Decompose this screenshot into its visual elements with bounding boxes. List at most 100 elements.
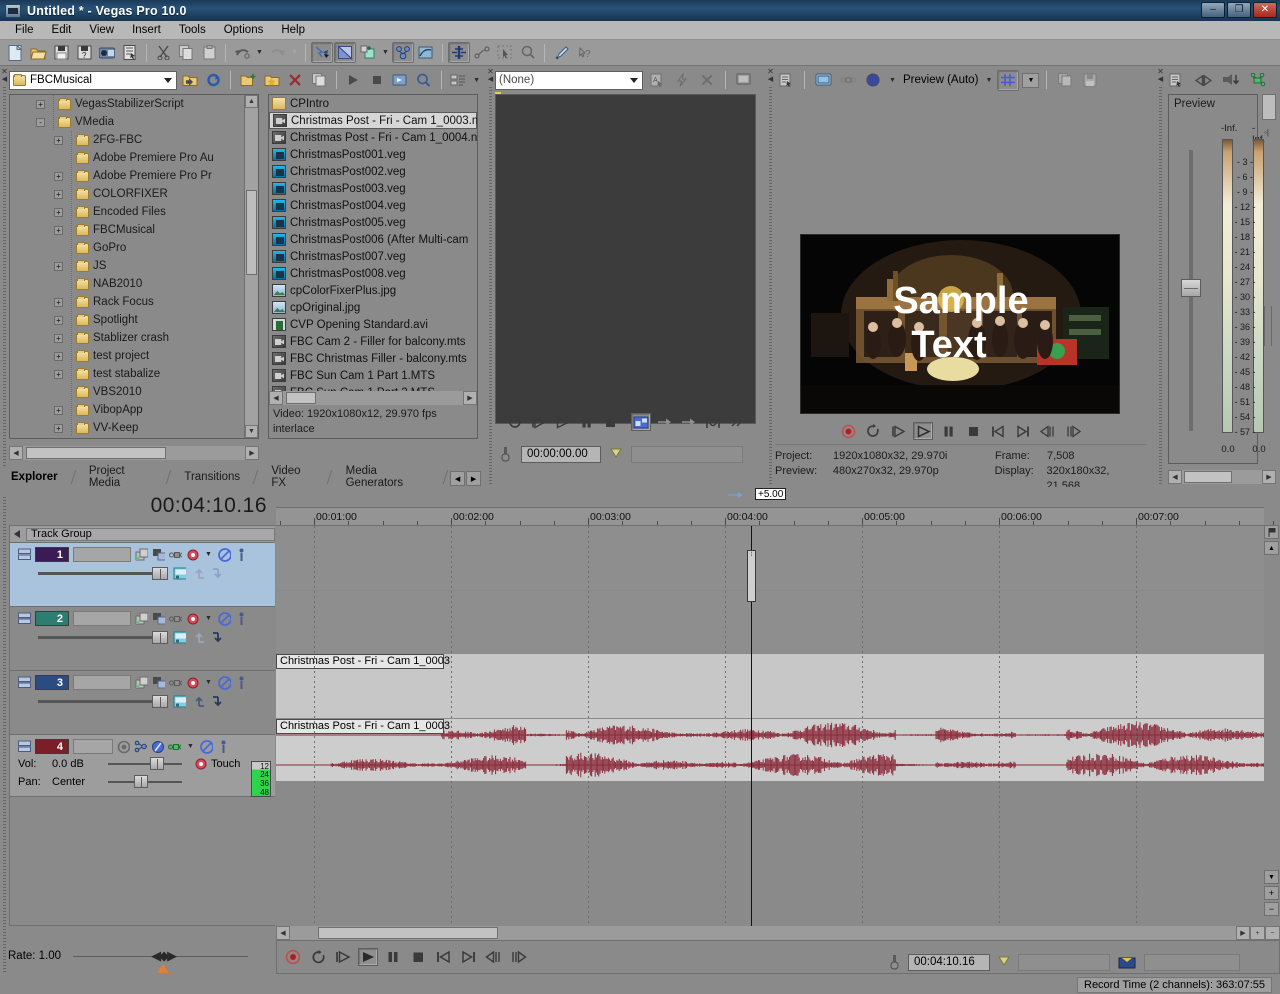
tab-prev-button[interactable]: ◀ <box>450 471 465 486</box>
loop-icon[interactable] <box>505 413 525 431</box>
expand-icon[interactable]: + <box>54 226 63 235</box>
scrollbar-thumb[interactable] <box>246 190 257 275</box>
scroll-track[interactable] <box>23 446 245 460</box>
expand-icon[interactable]: + <box>54 334 63 343</box>
rate-slider[interactable]: ◀◆▶ <box>73 956 248 957</box>
automation-dropdown-icon[interactable]: ▼ <box>203 608 214 629</box>
start-preview-icon[interactable] <box>343 70 365 91</box>
track-motion-icon[interactable] <box>152 612 165 625</box>
file-list-item[interactable]: ChristmasPost001.veg <box>269 146 477 163</box>
track-1-media-icon[interactable] <box>173 567 186 580</box>
track-2-down-icon[interactable] <box>211 631 224 644</box>
track-solo-icon[interactable] <box>235 612 248 625</box>
loop-icon[interactable] <box>863 422 883 440</box>
copy-icon[interactable] <box>175 42 197 63</box>
project-properties-icon[interactable]: ? <box>73 42 95 63</box>
zoom-in-icon[interactable]: + <box>1250 926 1265 940</box>
rate-handle[interactable]: ◀◆▶ <box>151 948 175 964</box>
timeline-timecode-display[interactable]: 00:04:10.16 <box>9 487 275 525</box>
insert-track-icon[interactable] <box>357 42 379 63</box>
minimize-track-icon[interactable] <box>18 676 31 689</box>
preview-quality-label[interactable]: Preview (Auto) <box>901 74 980 86</box>
cut-icon[interactable] <box>152 42 174 63</box>
tab-next-button[interactable]: ▶ <box>466 471 481 486</box>
track-3-name-field[interactable] <box>73 675 131 690</box>
tree-item-2[interactable]: +2FG-FBC <box>10 131 244 149</box>
arm-record-icon[interactable] <box>117 740 130 753</box>
automation-dropdown-icon[interactable]: ▼ <box>203 672 214 693</box>
tree-item-14[interactable]: +test project <box>10 347 244 365</box>
go-to-start-icon[interactable] <box>988 422 1008 440</box>
tree-item-15[interactable]: +test stabalize <box>10 365 244 383</box>
file-list-item[interactable]: ChristmasPost005.veg <box>269 214 477 231</box>
automation-mode-icon[interactable] <box>194 758 207 771</box>
trimmer-panel-grip[interactable]: ✕ ◀ <box>486 66 495 486</box>
track-3-up-icon[interactable] <box>193 695 206 708</box>
tree-item-10[interactable]: NAB2010 <box>10 275 244 293</box>
track-2-media-icon[interactable] <box>173 631 186 644</box>
pause-icon[interactable] <box>383 948 403 966</box>
views-icon[interactable] <box>448 70 470 91</box>
play-icon[interactable] <box>358 948 378 966</box>
automation-dropdown-icon[interactable]: ▼ <box>203 544 214 565</box>
tree-item-16[interactable]: VBS2010 <box>10 383 244 401</box>
track-solo-icon[interactable] <box>217 740 230 753</box>
scroll-track[interactable] <box>290 926 1236 940</box>
video-properties-icon[interactable] <box>775 70 797 91</box>
paste-icon[interactable] <box>198 42 220 63</box>
add-to-cursor-icon[interactable] <box>679 413 699 431</box>
minimize-track-icon[interactable] <box>18 548 31 561</box>
file-list-item[interactable]: cpColorFixerPlus.jpg <box>269 282 477 299</box>
track-solo-icon[interactable] <box>235 676 248 689</box>
scrollbar-thumb[interactable] <box>318 927 498 939</box>
timeline-hscroll[interactable]: ◀ ▶ + − <box>276 926 1280 940</box>
timeline-ruler-zone[interactable]: +5.00 00:01:0000:02:0000:03:0000:04:0000… <box>276 487 1264 525</box>
expand-icon[interactable]: + <box>54 190 63 199</box>
timeline-cursor-timecode[interactable]: 00:04:10.16 <box>908 954 990 971</box>
properties-icon[interactable] <box>119 42 141 63</box>
scroll-left-icon[interactable]: ◀ <box>269 391 283 405</box>
record-icon[interactable] <box>283 948 303 966</box>
track-1-level-slider[interactable] <box>38 572 160 575</box>
scroll-right-icon[interactable]: ▶ <box>1236 926 1250 940</box>
collapse-icon[interactable]: - <box>36 118 45 127</box>
drag-dots[interactable] <box>489 87 492 486</box>
menu-tools[interactable]: Tools <box>170 22 215 38</box>
expand-icon[interactable]: + <box>54 370 63 379</box>
chevron-right-icon[interactable] <box>14 530 20 538</box>
scroll-down-icon[interactable]: ▼ <box>245 425 258 438</box>
fader-knob[interactable] <box>1181 279 1201 297</box>
stop-icon[interactable] <box>963 422 983 440</box>
track-1-name-field[interactable] <box>73 547 131 562</box>
tree-item-7[interactable]: +FBCMusical <box>10 221 244 239</box>
undo-dropdown-icon[interactable]: ▼ <box>254 42 265 63</box>
track-automation-icon[interactable] <box>186 612 199 625</box>
track-compositing-icon[interactable] <box>169 548 182 561</box>
new-folder-icon[interactable] <box>237 70 259 91</box>
scroll-left-icon[interactable]: ◀ <box>1168 470 1182 484</box>
file-list-item[interactable]: FBC Sun Cam 1 Part 1.MTS <box>269 367 477 384</box>
master-volume-fader[interactable] <box>1189 150 1193 431</box>
play-from-start-icon[interactable] <box>529 413 549 431</box>
close-icon[interactable]: ✕ <box>1157 68 1164 76</box>
preview-quality-dropdown-icon[interactable]: ▼ <box>983 70 994 91</box>
track-automation-icon[interactable] <box>186 548 199 561</box>
scroll-track[interactable] <box>283 391 463 405</box>
explorer-file-list[interactable]: CPIntroChristmas Post - Fri - Cam 1_0003… <box>268 94 478 439</box>
play-from-start-icon[interactable] <box>333 948 353 966</box>
zoom-out-icon[interactable]: − <box>1264 902 1279 916</box>
drag-dots[interactable] <box>769 87 772 486</box>
track-automation-icon[interactable] <box>186 676 199 689</box>
track-2-level-slider[interactable] <box>38 636 160 639</box>
explorer-tree-scrollbar[interactable]: ▲ ▼ <box>244 95 258 438</box>
menu-help[interactable]: Help <box>272 22 314 38</box>
track-4-name-field[interactable] <box>73 739 113 754</box>
save-snapshot-icon[interactable] <box>1079 70 1101 91</box>
close-icon[interactable]: ✕ <box>1 68 8 76</box>
automation-settings-icon[interactable] <box>392 42 414 63</box>
scrollbar-thumb[interactable] <box>26 447 166 459</box>
file-list-item[interactable]: ChristmasPost006 (After Multi-cam <box>269 231 477 248</box>
preview-stage[interactable]: Sample Text <box>775 94 1146 464</box>
file-list-item[interactable]: Christmas Post - Fri - Cam 1_0003.n <box>269 112 477 129</box>
track-group-row[interactable]: Track Group <box>10 526 275 543</box>
